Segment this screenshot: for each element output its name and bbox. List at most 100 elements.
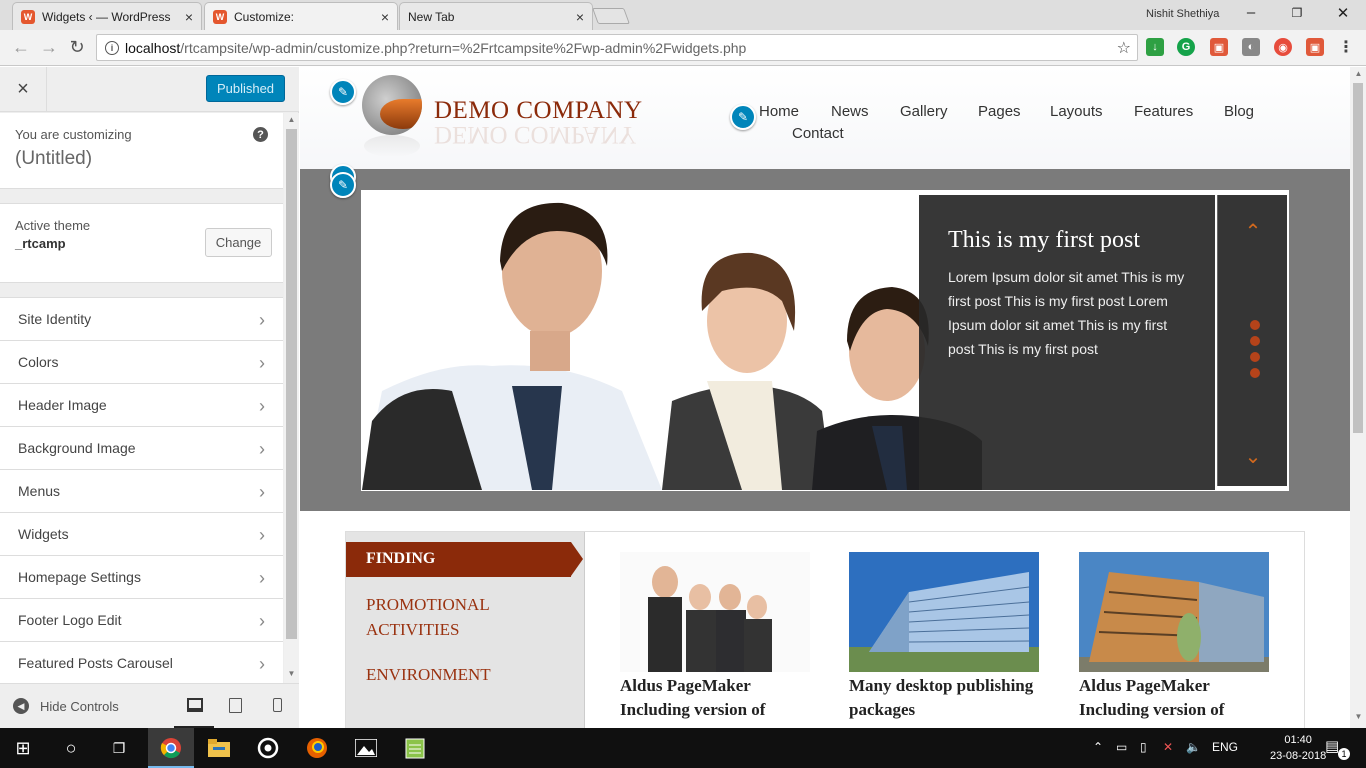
mobile-preview-icon[interactable]: [273, 698, 282, 712]
photos-icon[interactable]: [353, 735, 379, 761]
post-title[interactable]: Many desktop publishing packages: [849, 674, 1039, 722]
new-tab-button[interactable]: [592, 8, 630, 24]
post-card[interactable]: Aldus PageMaker Including version of: [620, 552, 810, 722]
preview-scrollbar[interactable]: ▲ ▼: [1350, 67, 1366, 728]
slider-dot[interactable]: [1250, 320, 1260, 330]
tray-expand-icon[interactable]: ⌃: [1093, 740, 1103, 754]
post-thumbnail[interactable]: [849, 552, 1039, 672]
shield-extension-icon[interactable]: ◉: [1274, 38, 1292, 56]
logo-reflection: [364, 135, 420, 157]
nav-features[interactable]: Features: [1134, 103, 1193, 120]
maximize-button[interactable]: ❐: [1287, 6, 1307, 20]
notepad-icon[interactable]: [402, 735, 428, 761]
file-explorer-icon[interactable]: [206, 735, 232, 761]
extension-icon[interactable]: ▣: [1210, 38, 1228, 56]
company-logo[interactable]: [362, 75, 422, 135]
forward-icon[interactable]: →: [38, 37, 60, 58]
nav-gallery[interactable]: Gallery: [900, 103, 948, 120]
nav-layouts[interactable]: Layouts: [1050, 103, 1103, 120]
sidebar-scrollbar[interactable]: ▲ ▼: [284, 113, 299, 683]
window-close-button[interactable]: ✕: [1333, 4, 1353, 22]
section-widgets[interactable]: Widgets ›: [0, 513, 283, 556]
post-card[interactable]: Many desktop publishing packages: [849, 552, 1039, 722]
windows-start-icon[interactable]: ⊞: [10, 735, 36, 761]
minimize-button[interactable]: –: [1241, 4, 1261, 21]
search-icon[interactable]: ○: [58, 735, 84, 761]
profile-name[interactable]: Nishit Shethiya: [1146, 8, 1219, 20]
chevron-down-icon[interactable]: ⌄: [1243, 447, 1263, 467]
network-icon[interactable]: ✕: [1163, 740, 1173, 754]
section-featured-posts-carousel[interactable]: Featured Posts Carousel ›: [0, 642, 283, 683]
system-clock[interactable]: 01:40 23-08-2018: [1270, 732, 1326, 764]
edit-pencil-icon[interactable]: ✎: [330, 79, 356, 105]
menu-dots-icon[interactable]: ⋮: [1337, 38, 1355, 56]
battery-icon[interactable]: ▭: [1116, 740, 1127, 754]
scroll-up-icon[interactable]: ▲: [1351, 69, 1366, 83]
scroll-down-icon[interactable]: ▼: [284, 669, 299, 683]
nav-pages[interactable]: Pages: [978, 103, 1021, 120]
scrollbar-thumb[interactable]: [1353, 83, 1363, 433]
scroll-up-icon[interactable]: ▲: [284, 115, 299, 129]
desktop-preview-icon[interactable]: [187, 698, 203, 712]
tab-environment[interactable]: ENVIRONMENT: [366, 662, 556, 687]
chevron-up-icon[interactable]: ⌃: [1243, 222, 1263, 242]
usb-icon[interactable]: ▯: [1140, 740, 1147, 754]
slider-dot[interactable]: [1250, 336, 1260, 346]
edit-pencil-icon[interactable]: ✎: [330, 172, 356, 198]
language-indicator[interactable]: ENG: [1212, 740, 1238, 754]
bookmark-star-icon[interactable]: ☆: [1117, 38, 1131, 58]
section-site-identity[interactable]: Site Identity ›: [0, 298, 283, 341]
close-customizer-button[interactable]: ×: [0, 67, 47, 112]
section-homepage-settings[interactable]: Homepage Settings ›: [0, 556, 283, 599]
tablet-preview-icon[interactable]: [229, 698, 242, 713]
section-footer-logo-edit[interactable]: Footer Logo Edit ›: [0, 599, 283, 642]
chevron-right-icon: ›: [259, 482, 265, 502]
reload-icon[interactable]: ↻: [66, 37, 88, 58]
tab-promotional-activities[interactable]: PROMOTIONAL ACTIVITIES: [366, 592, 556, 642]
close-tab-icon[interactable]: ×: [576, 9, 584, 25]
tab-finding[interactable]: FINDING: [346, 542, 583, 577]
content-tabs: FINDING PROMOTIONAL ACTIVITIES ENVIRONME…: [346, 532, 585, 728]
change-theme-button[interactable]: Change: [205, 228, 272, 257]
task-view-icon[interactable]: ❐: [106, 735, 132, 761]
post-thumbnail[interactable]: [620, 552, 810, 672]
address-bar[interactable]: i localhost/rtcampsite/wp-admin/customiz…: [96, 34, 1138, 61]
grammarly-extension-icon[interactable]: G: [1177, 38, 1195, 56]
slider-dot[interactable]: [1250, 352, 1260, 362]
site-info-icon[interactable]: i: [105, 40, 119, 55]
nav-news[interactable]: News: [831, 103, 869, 120]
section-header-image[interactable]: Header Image ›: [0, 384, 283, 427]
section-menus[interactable]: Menus ›: [0, 470, 283, 513]
help-icon[interactable]: ?: [253, 127, 268, 142]
extension-icon[interactable]: ▣: [1306, 38, 1324, 56]
app-icon[interactable]: [255, 735, 281, 761]
edit-pencil-icon[interactable]: ✎: [730, 104, 756, 130]
scroll-down-icon[interactable]: ▼: [1351, 712, 1366, 726]
nav-blog[interactable]: Blog: [1224, 103, 1254, 120]
firefox-icon[interactable]: [304, 735, 330, 761]
browser-tab-customize[interactable]: W Customize: ×: [204, 2, 398, 30]
chrome-icon[interactable]: [158, 735, 184, 761]
browser-tab-widgets[interactable]: W Widgets ‹ — WordPress ×: [12, 2, 202, 30]
section-background-image[interactable]: Background Image ›: [0, 427, 283, 470]
browser-tab-newtab[interactable]: New Tab ×: [399, 2, 593, 30]
nav-contact[interactable]: Contact: [792, 125, 844, 142]
close-tab-icon[interactable]: ×: [185, 9, 193, 25]
slider-dot[interactable]: [1250, 368, 1260, 378]
close-tab-icon[interactable]: ×: [381, 9, 389, 25]
extension-icon[interactable]: ◐: [1242, 38, 1260, 56]
section-colors[interactable]: Colors ›: [0, 341, 283, 384]
hide-controls-button[interactable]: ◀ Hide Controls: [13, 698, 119, 714]
back-icon[interactable]: ←: [10, 37, 32, 58]
chevron-right-icon: ›: [259, 353, 265, 373]
nav-home[interactable]: Home: [759, 103, 799, 120]
download-extension-icon[interactable]: ↓: [1146, 38, 1164, 56]
volume-icon[interactable]: 🔈: [1186, 740, 1201, 754]
slide-title[interactable]: This is my first post: [948, 227, 1140, 254]
scrollbar-thumb[interactable]: [286, 129, 297, 639]
post-title[interactable]: Aldus PageMaker Including version of: [1079, 674, 1269, 722]
publish-button[interactable]: Published: [206, 75, 285, 102]
post-title[interactable]: Aldus PageMaker Including version of: [620, 674, 810, 722]
post-thumbnail[interactable]: [1079, 552, 1269, 672]
post-card[interactable]: Aldus PageMaker Including version of: [1079, 552, 1269, 722]
